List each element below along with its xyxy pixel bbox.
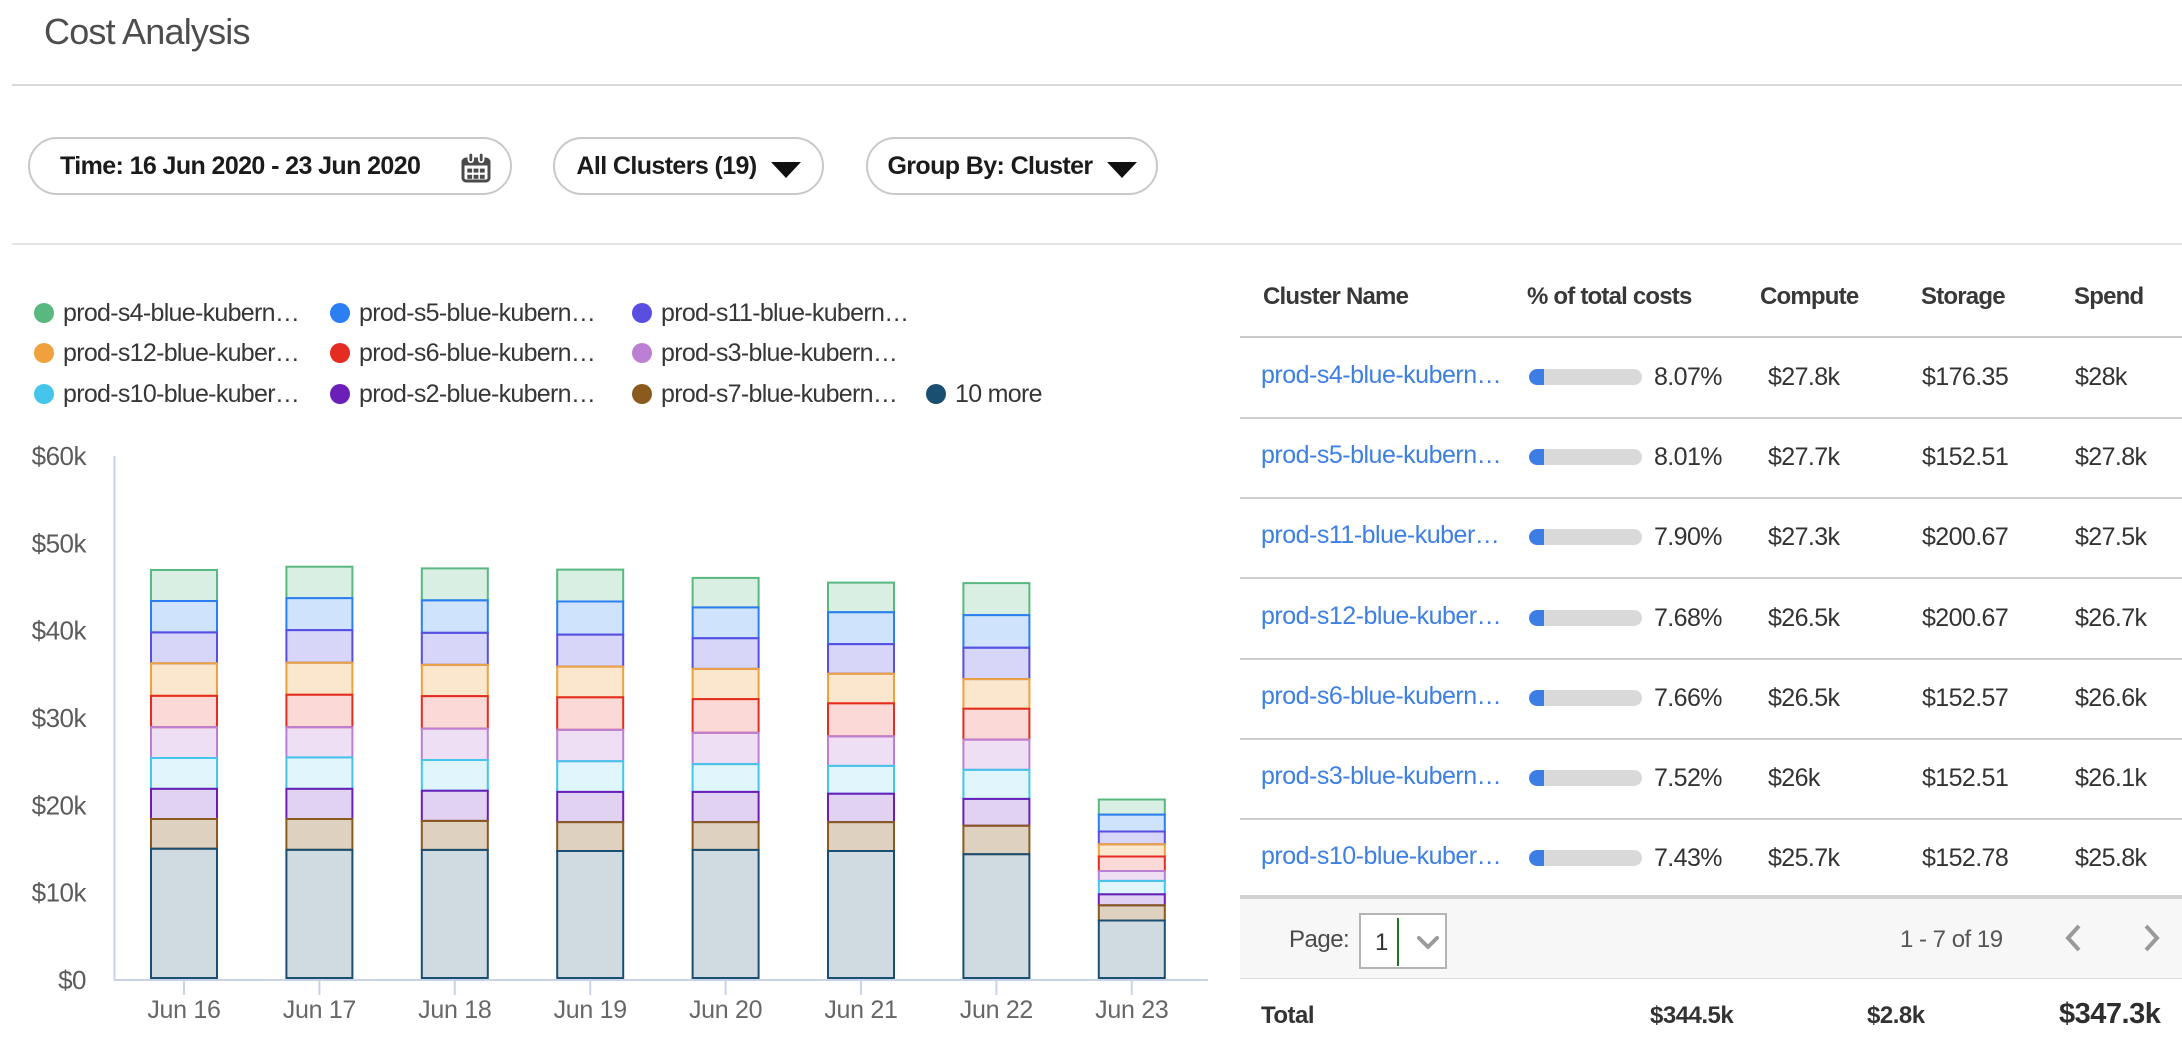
svg-text:$10k: $10k: [32, 878, 88, 908]
svg-text:$20k: $20k: [32, 790, 88, 820]
svg-text:Jun 20: Jun 20: [689, 996, 762, 1024]
svg-text:Jun 19: Jun 19: [554, 996, 627, 1024]
svg-text:Jun 16: Jun 16: [147, 996, 220, 1024]
svg-text:$50k: $50k: [32, 528, 88, 558]
svg-text:$0: $0: [58, 965, 86, 995]
svg-text:Jun 23: Jun 23: [1095, 996, 1168, 1024]
svg-text:Jun 18: Jun 18: [418, 996, 491, 1024]
svg-text:Jun 17: Jun 17: [283, 996, 356, 1024]
svg-text:Jun 21: Jun 21: [824, 996, 897, 1024]
svg-text:$40k: $40k: [32, 616, 88, 646]
svg-text:$30k: $30k: [32, 703, 88, 733]
svg-text:Jun 22: Jun 22: [960, 996, 1033, 1024]
svg-text:$60k: $60k: [32, 441, 88, 471]
